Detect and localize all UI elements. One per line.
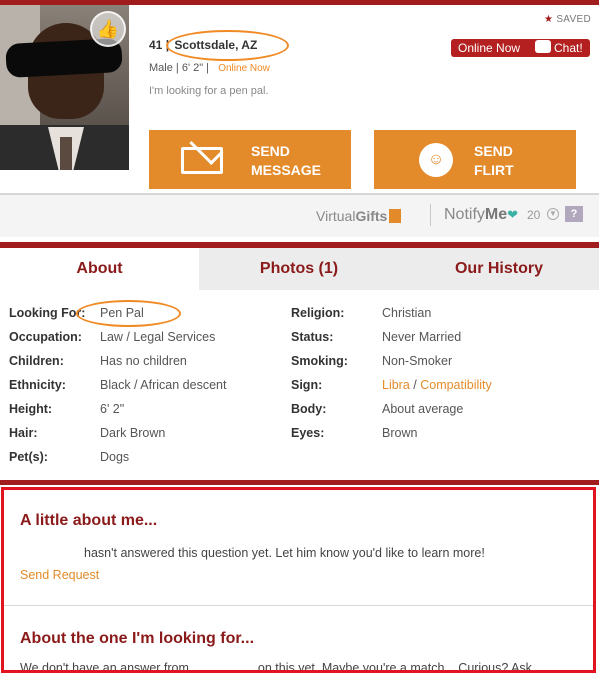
chevron-down-icon[interactable]: ▼	[547, 208, 559, 220]
compatibility-link[interactable]: Compatibility	[420, 378, 492, 392]
send-request-link[interactable]: Send Request	[20, 568, 99, 582]
notify-count: 20	[527, 208, 541, 222]
about-section: A little about me... hasn't answered thi…	[1, 487, 596, 673]
send-message-button[interactable]: SEND MESSAGE	[149, 130, 351, 189]
thumbs-up-icon[interactable]: 👍	[90, 11, 126, 47]
detail-key: Eyes:	[291, 426, 325, 440]
send-flirt-button[interactable]: ☺ SEND FLIRT	[374, 130, 576, 189]
sign-link[interactable]: Libra	[382, 378, 410, 392]
tab-our-history[interactable]: Our History	[399, 248, 599, 290]
gift-icon	[389, 209, 402, 223]
detail-key: Ethnicity:	[9, 378, 66, 392]
looking-for-text-end: on this yet. Maybe you're a match... Cur…	[257, 661, 532, 673]
detail-value: Brown	[382, 426, 418, 440]
separator-line	[430, 204, 431, 226]
age: 41	[149, 38, 163, 52]
send-flirt-label: SEND FLIRT	[474, 142, 514, 180]
chat-bubble-icon	[535, 40, 551, 53]
divider	[4, 605, 593, 606]
saved-label: SAVED	[556, 14, 591, 25]
detail-value: 6' 2"	[100, 402, 125, 416]
online-now-label: Online Now	[458, 41, 521, 55]
wink-face-icon: ☺	[419, 143, 453, 177]
detail-key: Occupation:	[9, 330, 82, 344]
star-icon: ★	[543, 14, 554, 25]
detail-value: Black / African descent	[100, 378, 227, 392]
detail-value-links: Libra / Compatibility	[382, 378, 492, 392]
detail-key: Looking For:	[9, 306, 86, 320]
detail-value: Law / Legal Services	[100, 330, 216, 344]
profile-photo[interactable]: 👍	[0, 5, 129, 170]
saved-indicator[interactable]: ★ SAVED	[544, 14, 591, 25]
detail-key: Body:	[291, 402, 327, 416]
detail-key: Children:	[9, 354, 64, 368]
notify-me-link[interactable]: NotifyMe❤	[444, 206, 518, 224]
highlight-oval-city	[166, 30, 289, 61]
send-flirt-label-line2: FLIRT	[474, 162, 514, 178]
about-me-heading: A little about me...	[20, 512, 158, 529]
height: 6' 2"	[181, 62, 204, 74]
detail-value: Non-Smoker	[382, 354, 453, 368]
gift-notify-bar: VirtualGifts NotifyMe❤ 20 ▼ ?	[0, 195, 599, 237]
photo-tie	[60, 137, 72, 170]
detail-value: Never Married	[382, 330, 462, 344]
help-button[interactable]: ?	[565, 206, 583, 222]
profile-tabs: About Photos (1) Our History	[0, 248, 599, 290]
send-message-label-line2: MESSAGE	[251, 162, 322, 178]
tagline: I'm looking for a pen pal.	[149, 85, 269, 97]
detail-key: Height:	[9, 402, 53, 416]
gender-height-line: Male | 6' 2" | Online Now	[149, 62, 270, 74]
send-message-label-line1: SEND	[251, 143, 290, 159]
tab-photos[interactable]: Photos (1)	[199, 248, 399, 290]
about-me-text: hasn't answered this question yet. Let h…	[84, 546, 485, 560]
detail-value: About average	[382, 402, 464, 416]
detail-key: Hair:	[9, 426, 38, 440]
detail-value: Christian	[382, 306, 432, 320]
gifts-label: Gifts	[355, 208, 388, 224]
looking-for-heading: About the one I'm looking for...	[20, 630, 255, 647]
chat-label: Chat!	[554, 41, 583, 55]
detail-key: Smoking:	[291, 354, 348, 368]
heart-icon: ❤	[507, 207, 519, 222]
detail-value: Dogs	[100, 450, 130, 464]
looking-for-text: We don't have an answer from on this yet…	[20, 661, 532, 673]
notify-label: Notify	[444, 206, 485, 223]
online-chat-button[interactable]: Online Now Chat!	[451, 39, 590, 57]
highlight-oval-looking-for	[76, 300, 181, 327]
detail-key: Status:	[291, 330, 334, 344]
looking-for-text-start: We don't have an answer from	[20, 661, 189, 673]
envelope-icon	[181, 147, 223, 174]
detail-key: Sign:	[291, 378, 323, 392]
send-flirt-label-line1: SEND	[474, 143, 513, 159]
gender: Male	[149, 62, 173, 74]
detail-key: Pet(s):	[9, 450, 48, 464]
section-rule	[0, 480, 599, 485]
tab-about[interactable]: About	[0, 248, 199, 290]
detail-value: Has no children	[100, 354, 187, 368]
virtual-gifts-link[interactable]: VirtualGifts	[316, 208, 402, 224]
online-status: Online Now	[218, 63, 270, 74]
detail-key: Religion:	[291, 306, 345, 320]
virtual-label: Virtual	[316, 208, 356, 224]
send-message-label: SEND MESSAGE	[251, 142, 321, 180]
detail-value: Dark Brown	[100, 426, 166, 440]
me-label: Me	[484, 206, 508, 223]
